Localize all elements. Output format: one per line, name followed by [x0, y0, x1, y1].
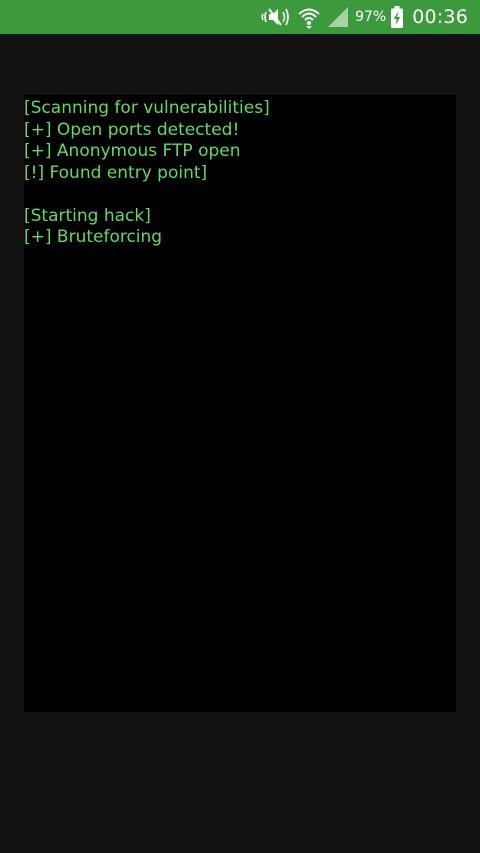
- terminal-line: [!] Found entry point]: [24, 162, 208, 183]
- wifi-icon: [297, 0, 321, 34]
- battery-percentage: 97%: [355, 9, 387, 25]
- battery-charging-icon: [390, 0, 404, 34]
- terminal-line: [Scanning for vulnerabilities]: [24, 98, 270, 118]
- signal-icon: [327, 0, 349, 34]
- clock: 00:36: [412, 6, 468, 28]
- status-bar: 97% 00:36: [0, 0, 480, 34]
- terminal-line: [+] Anonymous FTP open: [24, 141, 241, 161]
- terminal-line: [+] Bruteforcing: [24, 227, 163, 247]
- terminal-line: [+] Open ports detected!: [24, 119, 240, 140]
- mute-icon: [261, 0, 291, 34]
- terminal-output: [Scanning for vulnerabilities] [+] Open p…: [24, 95, 456, 712]
- terminal-line: [Starting hack]: [24, 205, 151, 226]
